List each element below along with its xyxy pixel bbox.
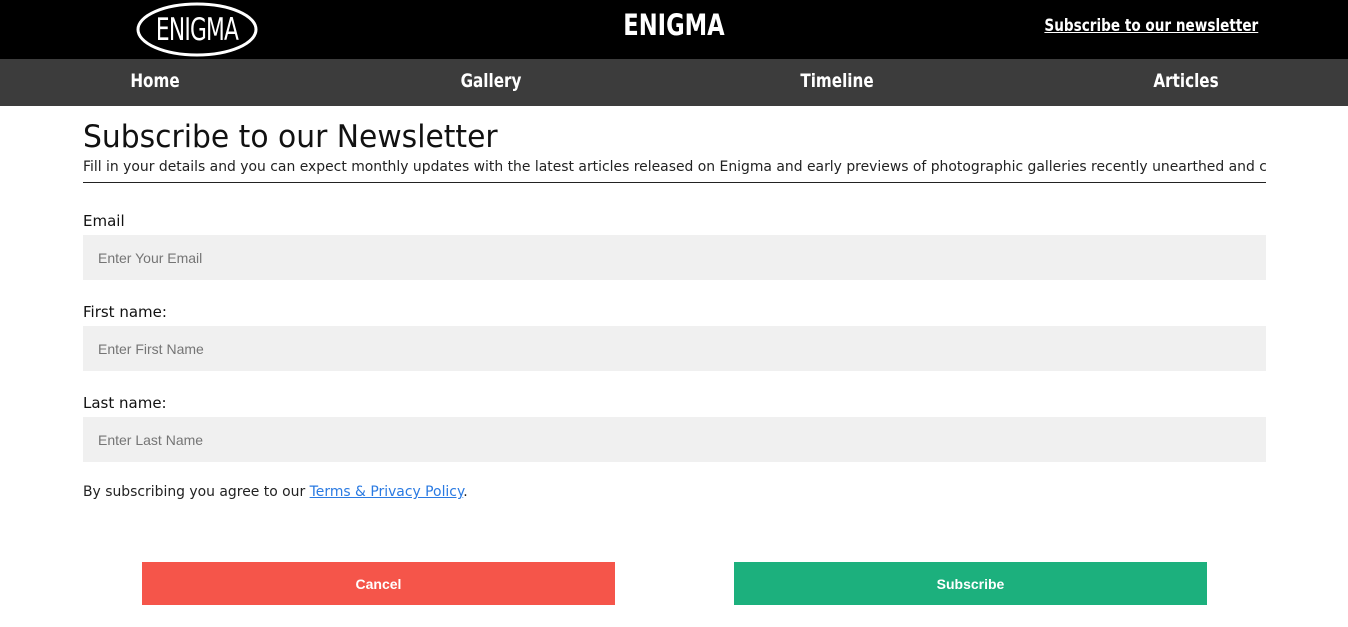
nav-item-gallery[interactable]: Gallery <box>435 70 547 92</box>
logo-text: ENIGMA <box>155 11 239 48</box>
nav-item-home[interactable]: Home <box>99 70 211 92</box>
main-nav: Home Gallery Timeline Articles <box>0 59 1348 106</box>
page-intro: Fill in your details and you can expect … <box>83 159 1266 183</box>
last-name-field[interactable] <box>83 417 1266 462</box>
first-name-label: First name: <box>83 303 167 321</box>
consent-suffix: . <box>463 484 468 500</box>
email-field[interactable] <box>83 235 1266 280</box>
first-name-field[interactable] <box>83 326 1266 371</box>
cancel-button[interactable]: Cancel <box>142 562 615 605</box>
nav-item-timeline[interactable]: Timeline <box>781 70 893 92</box>
nav-item-articles[interactable]: Articles <box>1130 70 1242 92</box>
site-title: ENIGMA <box>623 8 725 42</box>
enigma-logo[interactable]: ENIGMA <box>136 2 258 57</box>
page-intro-text: Fill in your details and you can expect … <box>83 159 1266 175</box>
email-label: Email <box>83 212 125 230</box>
consent-text: By subscribing you agree to our Terms & … <box>83 484 484 500</box>
newsletter-link[interactable]: Subscribe to our newsletter <box>1044 16 1258 36</box>
page-title: Subscribe to our Newsletter <box>83 119 498 155</box>
terms-privacy-link[interactable]: Terms & Privacy Policy <box>310 484 464 500</box>
subscribe-button[interactable]: Subscribe <box>734 562 1207 605</box>
consent-inner: By subscribing you agree to our Terms & … <box>83 484 468 500</box>
last-name-label: Last name: <box>83 394 167 412</box>
top-header: ENIGMA ENIGMA Subscribe to our newslette… <box>0 0 1348 59</box>
consent-prefix: By subscribing you agree to our <box>83 484 310 500</box>
